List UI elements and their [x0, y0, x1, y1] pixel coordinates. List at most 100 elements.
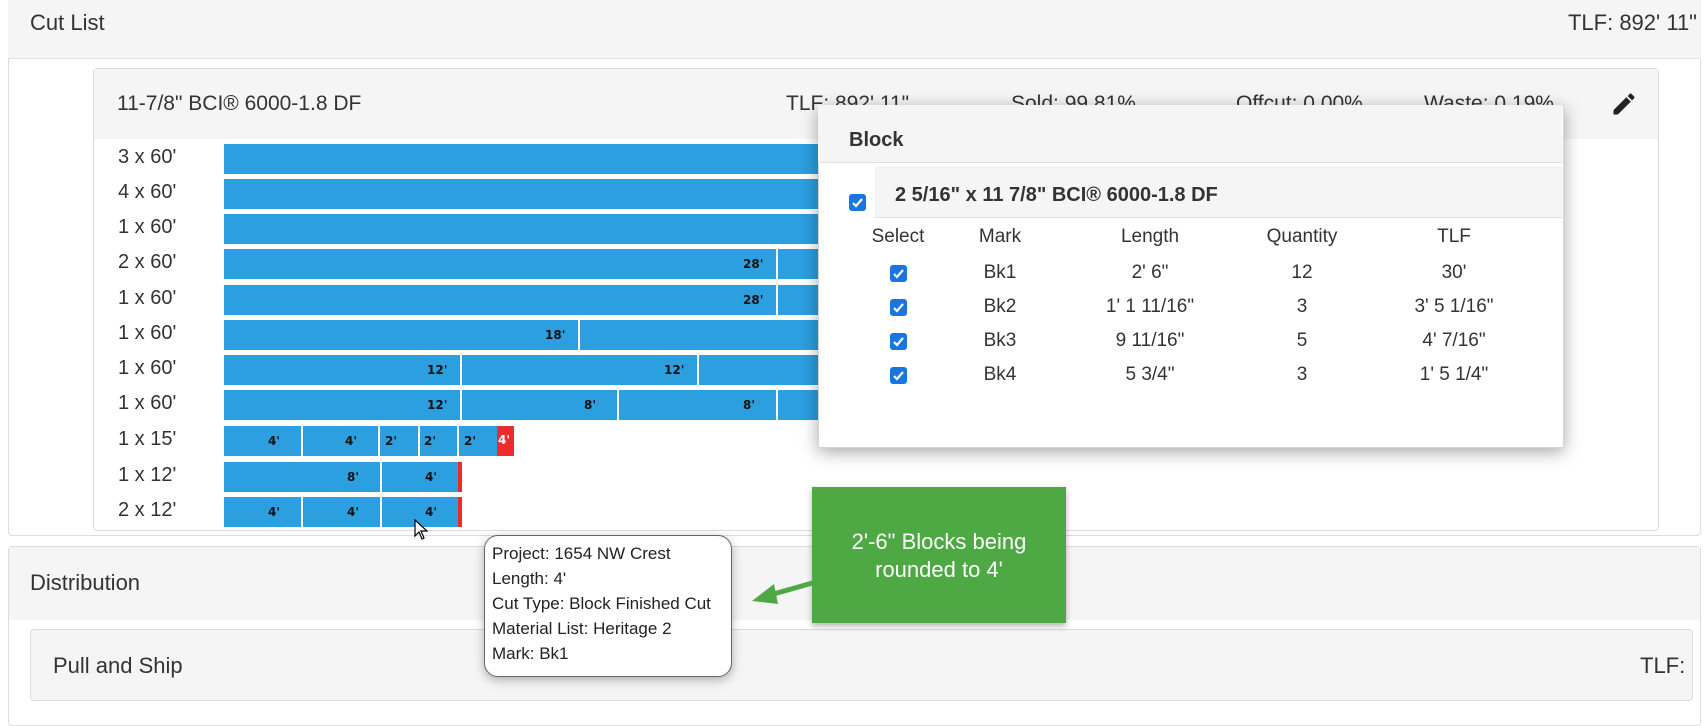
segment-divider [380, 462, 382, 492]
stock-bar[interactable] [224, 285, 818, 315]
waste-segment[interactable]: 4' [497, 426, 514, 456]
mouse-cursor-icon [414, 519, 429, 540]
waste-segment[interactable] [458, 462, 462, 492]
segment-label[interactable]: 12' [427, 363, 447, 377]
stock-bar[interactable] [224, 320, 818, 350]
segment-divider [301, 426, 303, 456]
waste-label: 4' [498, 433, 511, 447]
segment-divider [460, 355, 462, 385]
segment-label[interactable]: 2' [424, 434, 436, 448]
segment-divider [617, 390, 619, 420]
cell-length: 9 11/16" [1115, 330, 1185, 351]
row-label: 1 x 15' [118, 428, 177, 450]
cell-tlf: 4' 7/16" [1422, 330, 1486, 351]
row-select-checkbox[interactable] [890, 333, 907, 350]
cut-list-tlf: TLF: 892' 11" [1567, 10, 1697, 35]
waste-segment[interactable] [458, 497, 462, 527]
row-label: 1 x 60' [118, 216, 177, 238]
segment-label[interactable]: 2' [385, 434, 397, 448]
row-select-checkbox[interactable] [890, 367, 907, 384]
segment-divider [697, 355, 699, 385]
segment-divider [460, 390, 462, 420]
cell-mark: Bk2 [983, 296, 1017, 317]
annotation-text: 2'-6" Blocks being rounded to 4' [812, 528, 1066, 584]
segment-divider [578, 320, 580, 350]
row-select-checkbox[interactable] [890, 299, 907, 316]
segment-divider [378, 426, 380, 456]
stock-bar[interactable] [224, 144, 818, 174]
pull-and-ship-title: Pull and Ship [53, 653, 183, 678]
segment-label[interactable]: 12' [664, 363, 684, 377]
segment-label[interactable]: 4' [425, 470, 437, 484]
row-label: 4 x 60' [118, 181, 177, 203]
stock-bar[interactable] [224, 390, 818, 420]
row-label: 1 x 60' [118, 392, 177, 414]
pull-and-ship-card[interactable] [30, 629, 1693, 701]
segment-label[interactable]: 8' [347, 470, 359, 484]
segment-label[interactable]: 28' [743, 293, 763, 307]
row-label: 1 x 12' [118, 464, 177, 486]
callout-arrow-icon [752, 579, 817, 604]
tooltip-material-list: Material List: Heritage 2 [492, 619, 672, 638]
col-select: Select [871, 226, 925, 247]
row-label: 2 x 60' [118, 251, 177, 273]
segment-divider [380, 497, 382, 527]
cell-quantity: 3 [1296, 364, 1308, 385]
segment-label[interactable]: 4' [268, 434, 280, 448]
pencil-icon[interactable] [1610, 90, 1638, 118]
stock-bar[interactable] [224, 214, 818, 244]
cut-list-header [8, 0, 1701, 59]
col-tlf: TLF [1437, 226, 1471, 247]
row-label: 3 x 60' [118, 146, 177, 168]
stock-bar[interactable] [224, 179, 818, 209]
cell-quantity: 3 [1296, 296, 1308, 317]
segment-label[interactable]: 4' [268, 505, 280, 519]
segment-divider [776, 249, 778, 279]
segment-label[interactable]: 4' [345, 434, 357, 448]
segment-label[interactable]: 18' [545, 328, 565, 342]
tooltip-cut-type: Cut Type: Block Finished Cut [492, 594, 711, 613]
stock-bar[interactable] [224, 462, 458, 492]
segment-label[interactable]: 2' [464, 434, 476, 448]
segment-label[interactable]: 4' [425, 505, 437, 519]
tooltip-length: Length: 4' [492, 569, 567, 588]
cell-tlf: 30' [1441, 262, 1467, 283]
block-popup-title: Block [849, 129, 904, 151]
annotation-line-1: 2'-6" Blocks being [851, 529, 1027, 554]
segment-divider [776, 390, 778, 420]
segment-label[interactable]: 12' [427, 398, 447, 412]
group-select-checkbox[interactable] [849, 194, 866, 211]
row-label: 2 x 12' [118, 499, 177, 521]
cell-length: 5 3/4" [1125, 364, 1175, 385]
segment-divider [301, 497, 303, 527]
annotation-line-2: rounded to 4' [875, 557, 1003, 582]
distribution-title: Distribution [30, 570, 141, 595]
segment-label[interactable]: 8' [743, 398, 755, 412]
row-label: 1 x 60' [118, 287, 177, 309]
block-popup-header [818, 105, 1562, 163]
col-quantity: Quantity [1266, 226, 1338, 247]
cell-quantity: 12 [1291, 262, 1313, 283]
cell-mark: Bk3 [983, 330, 1017, 351]
cell-quantity: 5 [1296, 330, 1308, 351]
col-length: Length [1120, 226, 1180, 247]
row-label: 1 x 60' [118, 357, 177, 379]
segment-divider [776, 285, 778, 315]
row-label: 1 x 60' [118, 322, 177, 344]
block-group-title: 2 5/16" x 11 7/8" BCI® 6000-1.8 DF [895, 184, 1218, 206]
tooltip-mark: Mark: Bk1 [492, 644, 569, 663]
segment-divider [457, 426, 459, 456]
segment-label[interactable]: 8' [584, 398, 596, 412]
cell-mark: Bk1 [983, 262, 1017, 283]
segment-label[interactable]: 28' [743, 257, 763, 271]
product-title: 11-7/8" BCI® 6000-1.8 DF [117, 92, 362, 115]
row-select-checkbox[interactable] [890, 265, 907, 282]
cell-length: 1' 1 11/16" [1105, 296, 1195, 317]
cut-list-title: Cut List [30, 10, 105, 35]
segment-label[interactable]: 4' [347, 505, 359, 519]
cell-tlf: 3' 5 1/16" [1414, 296, 1494, 317]
cell-length: 2' 6" [1131, 262, 1169, 283]
cell-mark: Bk4 [983, 364, 1017, 385]
stock-bar[interactable] [224, 249, 818, 279]
stock-bar[interactable] [224, 355, 818, 385]
